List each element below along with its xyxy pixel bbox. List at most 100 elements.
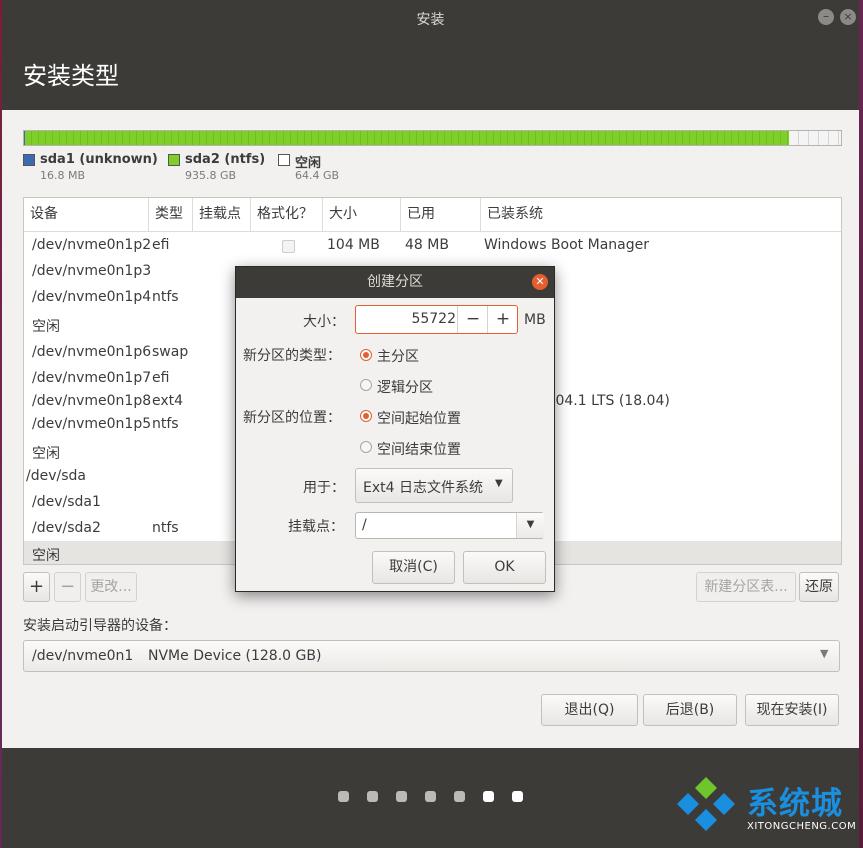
install-now-button[interactable]: 现在安装(I)	[745, 694, 839, 726]
primary-radio[interactable]	[360, 349, 372, 361]
dialog-title: 创建分区	[236, 267, 554, 298]
bootloader-device: /dev/nvme0n1	[32, 648, 134, 664]
logical-radio-label[interactable]: 逻辑分区	[377, 377, 433, 397]
partition-segment-free	[789, 131, 841, 145]
primary-radio-label[interactable]: 主分区	[377, 346, 419, 366]
cell-size: 104 MB	[327, 237, 380, 253]
column-header-type[interactable]: 类型	[149, 198, 193, 231]
size-spinbox[interactable]: 55722 − +	[355, 305, 518, 334]
progress-dot	[396, 791, 407, 802]
cell-system: .04.1 LTS (18.04)	[551, 393, 670, 409]
column-header-used[interactable]: 已用	[401, 198, 481, 231]
partition-bar	[23, 130, 842, 146]
partition-type-label: 新分区的类型：	[243, 348, 341, 364]
start-location-label[interactable]: 空间起始位置	[377, 408, 461, 428]
size-input[interactable]: 55722	[356, 311, 456, 327]
mount-point-combo[interactable]: / ▼	[355, 512, 544, 539]
cancel-button[interactable]: 取消(C)	[372, 551, 455, 584]
progress-dot-active	[483, 791, 494, 802]
page-title: 安装类型	[23, 62, 119, 90]
legend-size: 935.8 GB	[185, 169, 237, 182]
new-partition-table-button[interactable]: 新建分区表...	[696, 572, 796, 602]
cell-device: /dev/sda2	[32, 520, 101, 536]
cell-type: ext4	[152, 393, 184, 409]
cell-device: /dev/nvme0n1p3	[32, 263, 152, 279]
column-header-system[interactable]: 已装系统	[481, 198, 841, 231]
title-bar: 安装 – × 安装类型	[2, 0, 859, 110]
progress-dot-active	[512, 791, 523, 802]
ok-button[interactable]: OK	[463, 551, 546, 584]
cell-type: efi	[152, 370, 170, 386]
end-location-radio[interactable]	[360, 441, 372, 453]
cell-device: 空闲	[32, 446, 60, 462]
size-unit: MB	[524, 312, 546, 328]
increment-button[interactable]: +	[487, 306, 518, 333]
cell-used: 48 MB	[405, 237, 449, 253]
mount-point-input[interactable]: /	[362, 517, 367, 533]
mount-point-label: 挂载点：	[288, 519, 344, 535]
create-partition-dialog: 创建分区 ✕ 大小： 55722 − + MB 新分区的类型： 主分区 逻辑分区…	[235, 266, 555, 592]
cell-device: /dev/nvme0n1p7	[32, 370, 152, 386]
cell-type: ntfs	[152, 416, 179, 432]
cell-device: /dev/nvme0n1p4	[32, 289, 152, 305]
remove-partition-button[interactable]: −	[54, 572, 81, 602]
cell-system: Windows Boot Manager	[484, 237, 649, 253]
legend-swatch-green	[168, 154, 180, 166]
legend-name: sda1 (unknown)	[40, 152, 158, 167]
end-location-label[interactable]: 空间结束位置	[377, 439, 461, 459]
cell-device: /dev/nvme0n1p6	[32, 344, 152, 360]
window-title: 安装	[416, 12, 445, 28]
decrement-button[interactable]: −	[457, 306, 488, 333]
size-label: 大小：	[303, 314, 345, 330]
start-location-radio[interactable]	[360, 410, 372, 422]
watermark-text: 系统城	[747, 786, 843, 822]
column-header-size[interactable]: 大小	[323, 198, 401, 231]
chevron-down-icon[interactable]: ▼	[516, 513, 544, 538]
progress-dot	[367, 791, 378, 802]
cell-device: /dev/nvme0n1p8	[32, 393, 152, 409]
cell-device: /dev/nvme0n1p2	[32, 237, 152, 253]
chevron-down-icon: ▼	[820, 647, 829, 660]
watermark-subtext: XITONGCHENG.COM	[747, 821, 857, 832]
legend-name: sda2 (ntfs)	[185, 152, 266, 167]
cell-type: ntfs	[152, 520, 179, 536]
back-button[interactable]: 后退(B)	[643, 694, 737, 726]
filesystem-value: Ext4 日志文件系统	[363, 480, 483, 496]
table-row[interactable]: /dev/nvme0n1p2 efi 104 MB 48 MB Windows …	[24, 233, 841, 259]
format-checkbox[interactable]	[282, 240, 295, 253]
cell-type: swap	[152, 344, 189, 360]
cell-device: /dev/nvme0n1p5	[32, 416, 152, 432]
partition-location-label: 新分区的位置：	[243, 410, 341, 426]
change-partition-button[interactable]: 更改...	[85, 572, 137, 602]
cell-device: 空闲	[32, 548, 60, 564]
legend-swatch-blue	[23, 154, 35, 166]
cell-type: efi	[152, 237, 170, 253]
chevron-down-icon: ▼	[495, 478, 503, 489]
filesystem-select[interactable]: Ext4 日志文件系统 ▼	[355, 468, 513, 503]
progress-dot	[338, 791, 349, 802]
column-header-mount[interactable]: 挂载点	[193, 198, 251, 231]
partition-segment-sda2	[25, 131, 789, 145]
column-header-format[interactable]: 格式化？	[251, 198, 323, 231]
cell-device: 空闲	[32, 319, 60, 335]
legend-size: 16.8 MB	[40, 169, 86, 182]
progress-dot	[425, 791, 436, 802]
column-header-device[interactable]: 设备	[24, 198, 149, 231]
close-icon[interactable]: ✕	[532, 274, 548, 290]
logical-radio[interactable]	[360, 379, 372, 391]
cell-device: /dev/sda	[26, 468, 86, 484]
quit-button[interactable]: 退出(Q)	[541, 694, 638, 726]
add-partition-button[interactable]: +	[23, 572, 50, 602]
use-as-label: 用于：	[303, 480, 345, 496]
revert-button[interactable]: 还原	[799, 572, 839, 602]
bootloader-device-select[interactable]: /dev/nvme0n1 NVMe Device (128.0 GB) ▼	[23, 640, 840, 672]
bootloader-description: NVMe Device (128.0 GB)	[148, 648, 322, 664]
legend-size: 64.4 GB	[295, 169, 340, 182]
minimize-icon[interactable]: –	[818, 9, 834, 25]
progress-dot	[454, 791, 465, 802]
cell-device: /dev/sda1	[32, 494, 101, 510]
close-icon[interactable]: ×	[840, 9, 856, 25]
watermark-logo-icon	[677, 777, 735, 831]
cell-type: ntfs	[152, 289, 179, 305]
installer-window: 安装 – × 安装类型 sda1 (unknown) 16.8 MB sda2 …	[2, 0, 859, 848]
